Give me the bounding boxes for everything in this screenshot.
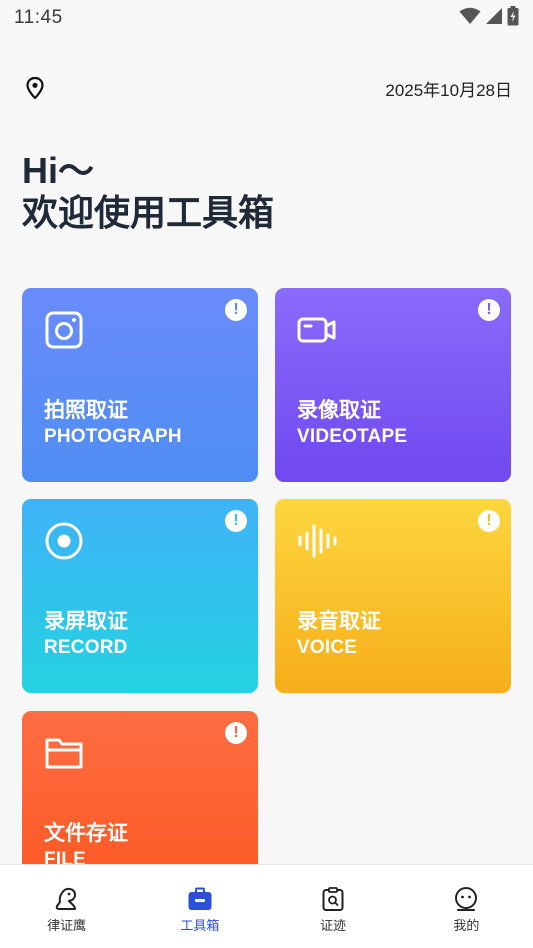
battery-charging-icon (507, 5, 519, 31)
photo-evidence-card[interactable]: ! 拍照取证 PHOTOGRAPH (22, 288, 258, 482)
card-subtitle: VOICE (297, 637, 358, 658)
card-title: 文件存证 (44, 822, 128, 845)
screen-record-evidence-card[interactable]: ! 录屏取证 RECORD (22, 499, 258, 693)
status-icons (459, 5, 519, 31)
nav-item-toolbox[interactable]: 工具箱 (133, 865, 266, 948)
info-glyph: ! (233, 512, 239, 529)
nav-label: 我的 (453, 918, 480, 933)
video-evidence-card[interactable]: ! 录像取证 VIDEOTAPE (275, 288, 511, 482)
nav-item-home[interactable]: 律证鹰 (0, 865, 133, 948)
card-title: 拍照取证 (44, 399, 128, 422)
card-title: 录像取证 (297, 399, 381, 422)
profile-face-icon (452, 885, 480, 913)
nav-item-profile[interactable]: 我的 (400, 865, 533, 948)
status-bar: 11:45 (0, 0, 533, 36)
info-icon[interactable]: ! (225, 299, 247, 321)
card-subtitle: VIDEOTAPE (297, 426, 408, 447)
header-row: 2025年10月28日 (22, 74, 512, 102)
nav-item-evidence[interactable]: 证迹 (267, 865, 400, 948)
info-icon[interactable]: ! (478, 510, 500, 532)
info-glyph: ! (486, 301, 492, 318)
signal-icon (485, 7, 503, 30)
nav-label: 证迹 (320, 918, 347, 933)
nav-label: 工具箱 (180, 918, 220, 933)
card-title: 录音取证 (297, 610, 381, 633)
voice-evidence-card[interactable]: ! 录音取证 VOICE (275, 499, 511, 693)
card-subtitle: PHOTOGRAPH (44, 426, 182, 447)
eagle-icon (53, 885, 81, 913)
folder-icon (44, 733, 84, 773)
info-glyph: ! (486, 512, 492, 529)
greeting: Hi～ 欢迎使用工具箱 (22, 150, 274, 234)
info-icon[interactable]: ! (225, 722, 247, 744)
info-glyph: ! (233, 301, 239, 318)
location-pin-icon[interactable] (22, 75, 48, 101)
camera-icon (44, 310, 84, 350)
sound-wave-icon (297, 521, 337, 561)
greeting-line-hi: Hi～ (22, 150, 95, 191)
toolbox-icon (186, 885, 214, 913)
video-camera-icon (297, 310, 337, 350)
evidence-clipboard-icon (319, 885, 347, 913)
record-icon (44, 521, 84, 561)
date-text: 2025年10月28日 (385, 80, 512, 100)
info-icon[interactable]: ! (478, 299, 500, 321)
info-glyph: ! (233, 724, 239, 741)
card-subtitle: RECORD (44, 637, 128, 658)
wifi-icon (459, 7, 481, 30)
nav-label: 律证鹰 (47, 918, 87, 933)
status-time: 11:45 (14, 7, 63, 28)
greeting-line-welcome: 欢迎使用工具箱 (22, 192, 275, 233)
info-icon[interactable]: ! (225, 510, 247, 532)
bottom-nav: 律证鹰 工具箱 证迹 我的 (0, 864, 533, 948)
card-title: 录屏取证 (44, 610, 128, 633)
